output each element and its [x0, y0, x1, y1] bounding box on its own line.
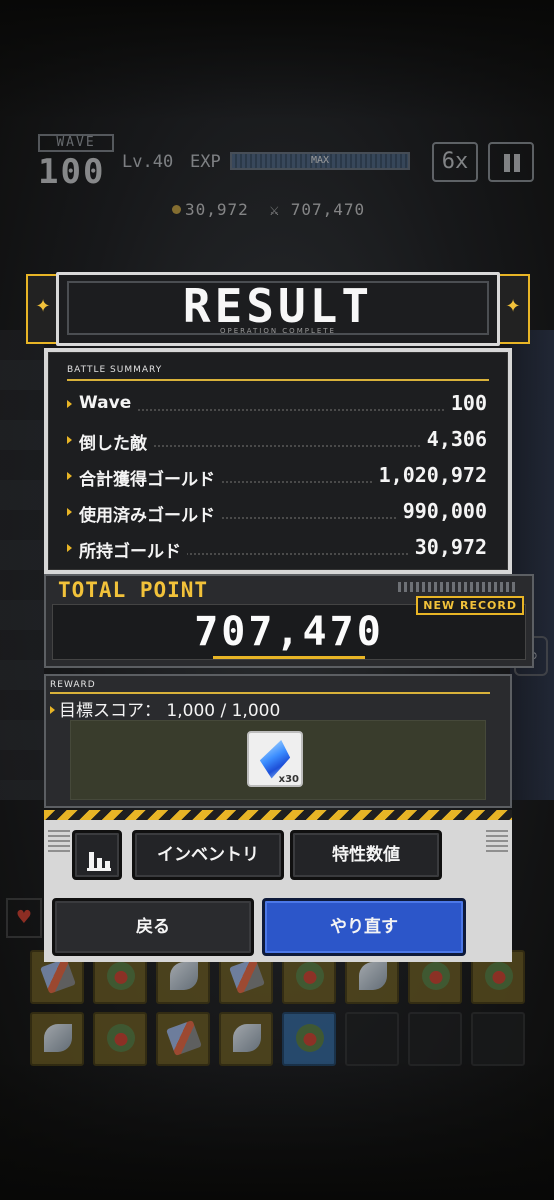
summary-row-wave: Wave 100 [67, 391, 487, 421]
blade-icon [44, 1024, 72, 1052]
summary-row-spent-gold: 使用済みゴールド 990,000 [67, 499, 487, 529]
sparkle-icon: ✦ [505, 296, 521, 317]
reward-item[interactable]: x30 [247, 731, 303, 787]
summary-row-label: 所持ゴールド [79, 537, 187, 562]
grenade-icon [296, 962, 324, 990]
arrow-right-icon [67, 472, 72, 480]
summary-row-label: 使用済みゴールド [79, 501, 221, 526]
exp-max-text: MAX [310, 155, 330, 166]
coin-icon [172, 205, 181, 214]
summary-row-value: 990,000 [396, 499, 487, 523]
top-shade [0, 0, 554, 120]
total-point-value: 707,470 [194, 609, 384, 655]
section-divider [67, 379, 489, 381]
retry-button[interactable]: やり直す [262, 898, 466, 956]
reward-items-area: x30 [70, 720, 486, 800]
battle-summary: BATTLE SUMMARY Wave 100 倒した敵 4,306 合計獲得ゴ… [48, 352, 508, 570]
arrow-right-icon [67, 508, 72, 516]
grenade-icon [422, 962, 450, 990]
inventory-slot-empty[interactable] [471, 1012, 525, 1066]
points-value: 707,470 [290, 200, 366, 219]
inventory-slot-empty[interactable] [345, 1012, 399, 1066]
arrow-right-icon [67, 436, 72, 444]
result-dialog: ✦ RESULT OPERATION COMPLETE ✦ BATTLE SUM… [26, 272, 534, 962]
inventory-button[interactable]: インベントリ [132, 830, 284, 880]
wave-label: WAVE [38, 134, 114, 152]
gun-icon [40, 958, 76, 994]
blade-icon [170, 962, 198, 990]
title-wing-right: ✦ [500, 274, 530, 344]
reward-target-text: 目標スコア： 1,000 / 1,000 [59, 701, 281, 721]
summary-row-label: Wave [79, 393, 138, 413]
pause-button[interactable] [488, 142, 534, 182]
reward-label: REWARD [50, 680, 96, 690]
gun-icon [229, 958, 265, 994]
title-wing-left: ✦ [26, 274, 56, 344]
stats-button[interactable] [72, 830, 122, 880]
wave-number: 100 [38, 152, 106, 192]
exp-label: EXP [190, 152, 221, 172]
traits-button[interactable]: 特性数値 [290, 830, 442, 880]
hud: WAVE 100 Lv.40 EXP MAX 6x [34, 128, 534, 198]
result-title-bar: ✦ RESULT OPERATION COMPLETE ✦ [26, 272, 530, 346]
vent-right [486, 830, 508, 852]
blade-icon [233, 1024, 261, 1052]
vent-left [48, 830, 70, 852]
reward-item-count: x30 [278, 774, 299, 785]
arrow-right-icon [67, 400, 72, 408]
grenade-icon [485, 962, 513, 990]
inventory-grid [30, 950, 530, 1070]
total-point-label: TOTAL POINT [58, 578, 209, 602]
battle-summary-label: BATTLE SUMMARY [67, 365, 163, 375]
inventory-slot[interactable] [30, 1012, 84, 1066]
inventory-slot[interactable] [219, 1012, 273, 1066]
speed-button[interactable]: 6x [432, 142, 478, 182]
result-title: RESULT [182, 279, 374, 333]
level-text: Lv.40 [122, 152, 174, 172]
sparkle-icon: ✦ [35, 296, 51, 317]
gun-icon [166, 1020, 202, 1056]
gold-counter: 30,972 [172, 200, 249, 219]
blade-icon [359, 962, 387, 990]
summary-row-value: 4,306 [420, 427, 487, 451]
result-subtitle: OPERATION COMPLETE [220, 327, 336, 335]
bottom-shade [0, 1060, 554, 1200]
summary-row-value: 1,020,972 [372, 463, 487, 487]
inventory-slot[interactable] [156, 1012, 210, 1066]
grenade-icon [296, 1024, 324, 1052]
new-record-badge: NEW RECORD [416, 596, 524, 615]
points-counter: ⚔ 707,470 [269, 200, 365, 219]
swords-icon: ⚔ [269, 200, 291, 219]
summary-row-held-gold: 所持ゴールド 30,972 [67, 535, 487, 565]
grenade-icon [107, 1024, 135, 1052]
back-button[interactable]: 戻る [52, 898, 254, 956]
gold-value: 30,972 [185, 200, 249, 219]
dotted-leader [79, 409, 487, 411]
total-point-panel: TOTAL POINT NEW RECORD 707,470 [44, 574, 534, 668]
arrow-right-icon [67, 544, 72, 552]
battle-summary-frame: BATTLE SUMMARY Wave 100 倒した敵 4,306 合計獲得ゴ… [44, 348, 512, 574]
summary-row-total-gold: 合計獲得ゴールド 1,020,972 [67, 463, 487, 493]
action-buttons-frame: インベントリ 特性数値 戻る やり直す [44, 820, 512, 962]
arrow-right-icon [50, 706, 55, 714]
inventory-slot[interactable] [93, 1012, 147, 1066]
exp-bar: MAX [230, 152, 410, 170]
inventory-slot-selected[interactable] [282, 1012, 336, 1066]
reward-divider [50, 692, 490, 694]
vent-grille [398, 582, 518, 592]
title-box: RESULT OPERATION COMPLETE [56, 272, 500, 346]
hazard-stripe [44, 810, 512, 820]
summary-row-label: 合計獲得ゴールド [79, 465, 221, 490]
total-underline [213, 656, 365, 659]
bar-chart-icon [87, 846, 111, 871]
reward-target: 目標スコア： 1,000 / 1,000 [50, 696, 280, 721]
summary-row-value: 30,972 [408, 535, 487, 559]
grenade-icon [107, 962, 135, 990]
reward-panel: REWARD 目標スコア： 1,000 / 1,000 x30 [44, 674, 512, 808]
summary-row-label: 倒した敵 [79, 429, 153, 454]
summary-row-enemies: 倒した敵 4,306 [67, 427, 487, 457]
summary-row-value: 100 [444, 391, 487, 415]
hud-stats: 30,972 ⚔ 707,470 [172, 200, 375, 219]
inventory-slot-empty[interactable] [408, 1012, 462, 1066]
